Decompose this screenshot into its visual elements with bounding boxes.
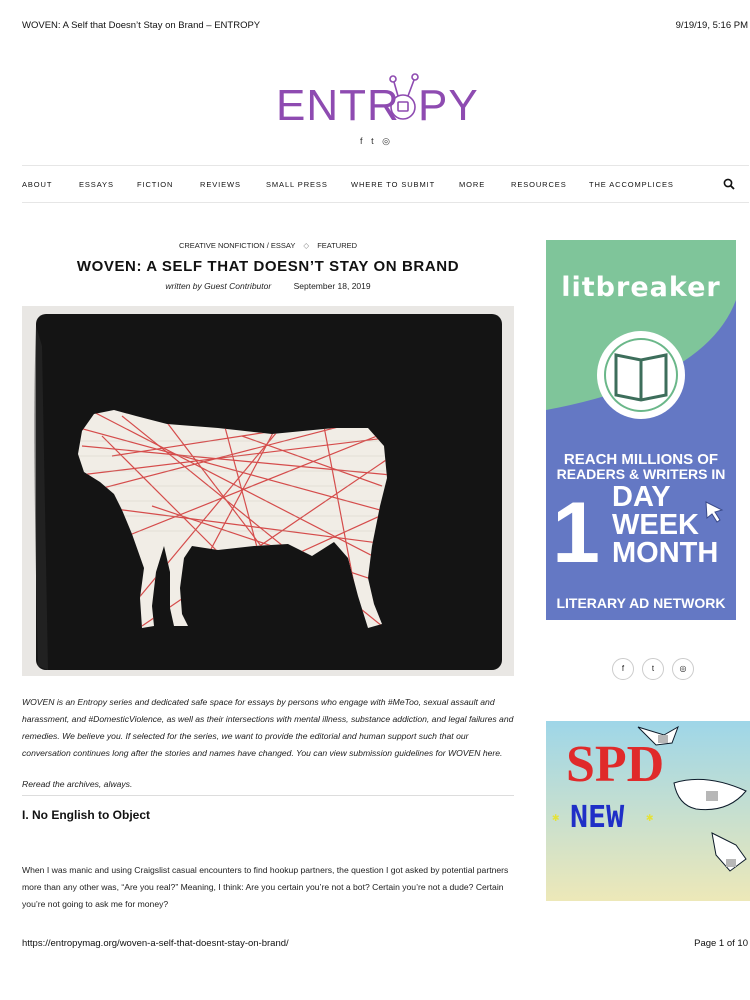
- section-heading: I. No English to Object: [22, 808, 151, 822]
- category-link[interactable]: CREATIVE NONFICTION / ESSAY: [179, 241, 295, 250]
- series-intro: WOVEN is an Entropy series and dedicated…: [22, 697, 514, 758]
- spd-brand: SPD: [566, 736, 664, 793]
- litbreaker-brand: litbreaker: [561, 272, 720, 303]
- ad-big-number: 1: [552, 485, 600, 581]
- post-title: WOVEN: A SELF THAT DOESN’T STAY ON BRAND: [76, 258, 460, 275]
- print-page-title: WOVEN: A Self that Doesn’t Stay on Brand…: [22, 20, 261, 31]
- star-icon: ✱: [552, 810, 559, 824]
- facebook-icon[interactable]: f: [360, 136, 363, 146]
- nav-where-to-submit[interactable]: WHERE TO SUBMIT: [351, 180, 435, 189]
- nav-reviews[interactable]: REVIEWS: [200, 180, 241, 189]
- print-datetime: 9/19/19, 5:16 PM: [675, 20, 748, 31]
- print-page-number: Page 1 of 10: [694, 938, 748, 949]
- print-header: WOVEN: A Self that Doesn’t Stay on Brand…: [22, 20, 750, 34]
- diamond-separator-icon: ◇: [303, 241, 310, 250]
- post-categories: CREATIVE NONFICTION / ESSAY ◇ FEATURED: [22, 241, 514, 250]
- svg-text:ENTR: ENTR: [276, 81, 400, 130]
- spd-ad[interactable]: SPD ✱ NEW ✱: [546, 721, 750, 901]
- svg-text:PY: PY: [418, 81, 479, 130]
- ad-month: MONTH: [612, 537, 718, 569]
- section-divider: [22, 795, 514, 796]
- twitter-icon[interactable]: t: [371, 136, 374, 146]
- byline: written by Guest Contributor September 1…: [22, 281, 514, 291]
- main-nav: ABOUT ESSAYS FICTION REVIEWS SMALL PRESS…: [22, 165, 749, 203]
- social-links-top: f t ◎: [0, 136, 750, 147]
- nav-the-accomplices[interactable]: THE ACCOMPLICES: [589, 180, 674, 189]
- featured-tag-link[interactable]: FEATURED: [317, 241, 357, 250]
- reread-archives-link[interactable]: Reread the archives, always.: [22, 779, 132, 789]
- site-logo[interactable]: ENTR PY: [0, 70, 750, 130]
- print-url: https://entropymag.org/woven-a-self-that…: [22, 938, 289, 949]
- star-icon: ✱: [646, 810, 653, 824]
- post-date: September 18, 2019: [293, 281, 371, 291]
- nav-resources[interactable]: RESOURCES: [511, 180, 567, 189]
- post-author[interactable]: written by Guest Contributor: [165, 281, 271, 291]
- hero-image: [22, 306, 514, 676]
- nav-essays[interactable]: ESSAYS: [79, 180, 114, 189]
- twitter-icon[interactable]: t: [642, 658, 664, 680]
- social-links-side: f t ◎: [612, 658, 696, 682]
- nav-small-press[interactable]: SMALL PRESS: [266, 180, 328, 189]
- ad-line-2: READERS & WRITERS IN: [557, 466, 726, 482]
- print-footer: https://entropymag.org/woven-a-self-that…: [22, 938, 750, 952]
- instagram-icon[interactable]: ◎: [672, 658, 694, 680]
- nav-about[interactable]: ABOUT: [22, 180, 52, 189]
- ad-footer: LITERARY AD NETWORK: [556, 595, 725, 611]
- facebook-icon[interactable]: f: [612, 658, 634, 680]
- body-paragraph: When I was manic and using Craigslist ca…: [22, 865, 509, 909]
- litbreaker-ad[interactable]: litbreaker REACH MILLIONS OF READERS & W…: [546, 240, 736, 620]
- nav-fiction[interactable]: FICTION: [137, 180, 173, 189]
- spd-new-label: NEW: [570, 800, 625, 835]
- instagram-icon[interactable]: ◎: [382, 136, 390, 147]
- nav-more[interactable]: MORE: [459, 180, 485, 189]
- search-icon[interactable]: [723, 178, 735, 190]
